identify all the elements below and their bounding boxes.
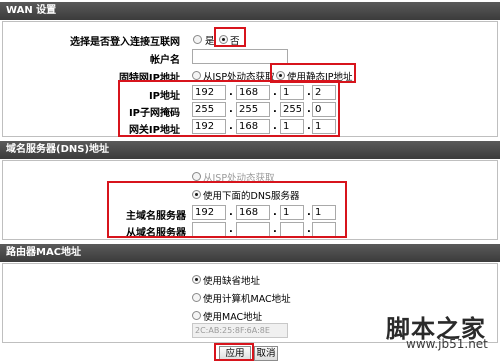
highlight-dns-settings [107, 181, 347, 238]
cancel-button[interactable]: 取消 [254, 346, 278, 361]
highlight-apply [214, 343, 254, 361]
mac-custom-label: 使用MAC地址 [203, 312, 263, 323]
mac-section-header: 路由器MAC地址 [0, 244, 500, 262]
dns-from-isp-radio[interactable] [192, 172, 201, 181]
mac-computer-label: 使用计算机MAC地址 [203, 294, 291, 305]
login-yes-radio[interactable] [193, 35, 202, 44]
mac-custom-radio[interactable] [192, 311, 201, 320]
account-label: 帐户名 [150, 55, 180, 66]
mac-computer-radio[interactable] [192, 293, 201, 302]
watermark-url: www.jb51.net [406, 337, 488, 351]
highlight-login-no [214, 27, 246, 47]
mac-section-title: 路由器MAC地址 [6, 247, 82, 258]
wan-section-header: WAN 设置 [0, 2, 500, 20]
account-input[interactable] [192, 49, 288, 64]
dns-section-title: 域名服务器(DNS)地址 [6, 144, 110, 155]
ip-from-isp-radio[interactable] [192, 71, 201, 80]
login-label: 选择是否登入连接互联网 [70, 37, 180, 48]
mac-default-radio[interactable] [192, 275, 201, 284]
highlight-ip-settings [118, 80, 340, 137]
dns-section-header: 域名服务器(DNS)地址 [0, 141, 500, 159]
mac-default-label: 使用缺省地址 [203, 276, 261, 287]
wan-section-title: WAN 设置 [6, 5, 57, 16]
mac-address-input[interactable] [192, 323, 288, 338]
